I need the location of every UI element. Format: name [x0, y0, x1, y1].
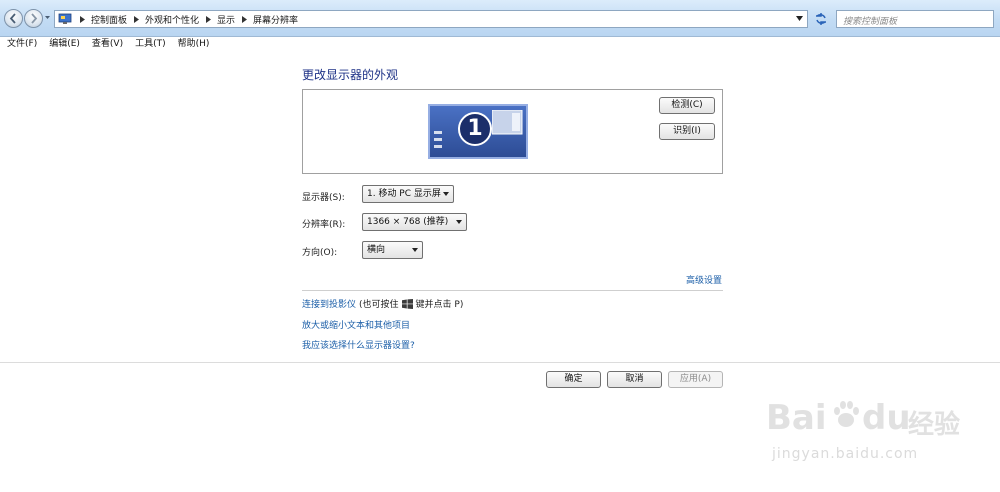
menu-edit[interactable]: 编辑(E) — [42, 37, 85, 51]
chevron-right-icon[interactable] — [201, 11, 215, 27]
chevron-down-icon — [443, 192, 449, 196]
forward-arrow-icon — [31, 13, 38, 24]
display-select-value: 1. 移动 PC 显示屏 — [367, 189, 441, 199]
footer-divider — [0, 362, 1000, 363]
menu-help[interactable]: 帮助(H) — [171, 37, 215, 51]
monitor-number-badge: 1 — [458, 112, 492, 146]
menu-bar: 文件(F) 编辑(E) 查看(V) 工具(T) 帮助(H) — [0, 37, 1000, 51]
identify-button[interactable]: 识别(I) — [659, 123, 715, 140]
text-size-link[interactable]: 放大或缩小文本和其他项目 — [302, 318, 410, 331]
desktop-icons-graphic — [434, 131, 442, 148]
monitor-preview-panel: 1 检测(C) 识别(I) — [302, 89, 723, 174]
window-graphic — [492, 110, 523, 135]
address-bar[interactable]: 控制面板 外观和个性化 显示 屏幕分辨率 — [54, 10, 808, 28]
detect-button[interactable]: 检测(C) — [659, 97, 715, 114]
chevron-down-icon — [412, 248, 418, 252]
breadcrumb-appearance[interactable]: 外观和个性化 — [143, 13, 201, 26]
search-placeholder: 搜索控制面板 — [843, 17, 898, 27]
projector-hint-start: (也可按住 — [359, 300, 399, 310]
chevron-right-icon[interactable] — [237, 11, 251, 27]
baidu-watermark: Bai du 经验 jingyan.baidu.com — [766, 398, 966, 478]
divider — [302, 290, 723, 291]
projector-line: 连接到投影仪 (也可按住 键并点击 P) — [302, 297, 463, 310]
resolution-select-value: 1366 × 768 (推荐) — [367, 217, 449, 227]
resolution-label: 分辨率(R): — [302, 220, 346, 230]
back-arrow-icon — [9, 13, 16, 24]
breadcrumb-control-panel[interactable]: 控制面板 — [89, 13, 129, 26]
ok-button[interactable]: 确定 — [546, 371, 601, 388]
breadcrumb-screen-resolution[interactable]: 屏幕分辨率 — [251, 13, 300, 26]
display-label: 显示器(S): — [302, 193, 345, 203]
projector-hint-end: 键并点击 P) — [415, 300, 464, 310]
address-toolbar: 控制面板 外观和个性化 显示 屏幕分辨率 搜索控制面板 — [0, 0, 1000, 37]
watermark-url: jingyan.baidu.com — [772, 446, 919, 462]
windows-logo-icon — [401, 298, 413, 309]
breadcrumb-display[interactable]: 显示 — [215, 13, 237, 26]
advanced-settings-link[interactable]: 高级设置 — [686, 273, 722, 286]
paw-logo-icon — [834, 401, 859, 427]
breadcrumb: 控制面板 外观和个性化 显示 屏幕分辨率 — [75, 11, 300, 27]
display-settings-help-link[interactable]: 我应该选择什么显示器设置? — [302, 338, 415, 351]
menu-tools[interactable]: 工具(T) — [128, 37, 171, 51]
resolution-select[interactable]: 1366 × 768 (推荐) — [362, 213, 467, 231]
orientation-label: 方向(O): — [302, 248, 338, 258]
watermark-brand-2: du — [862, 398, 911, 438]
watermark-brand: Bai — [766, 398, 827, 438]
address-dropdown-icon[interactable] — [796, 16, 803, 21]
chevron-right-icon[interactable] — [75, 11, 89, 27]
back-button[interactable] — [4, 9, 23, 28]
chevron-down-icon — [456, 220, 462, 224]
apply-button[interactable]: 应用(A) — [668, 371, 723, 388]
forward-button[interactable] — [24, 9, 43, 28]
page-title: 更改显示器的外观 — [302, 68, 399, 82]
search-input[interactable]: 搜索控制面板 — [836, 10, 994, 28]
monitor-1-thumbnail[interactable]: 1 — [428, 104, 528, 159]
menu-file[interactable]: 文件(F) — [0, 37, 42, 51]
control-panel-icon — [58, 13, 72, 24]
watermark-brand-cn: 经验 — [908, 410, 961, 440]
chevron-right-icon[interactable] — [129, 11, 143, 27]
refresh-icon[interactable] — [812, 10, 830, 28]
menu-view[interactable]: 查看(V) — [85, 37, 128, 51]
orientation-select[interactable]: 横向 — [362, 241, 423, 259]
connect-projector-link[interactable]: 连接到投影仪 — [302, 297, 356, 310]
display-select[interactable]: 1. 移动 PC 显示屏 — [362, 185, 454, 203]
cancel-button[interactable]: 取消 — [607, 371, 662, 388]
recent-pages-dropdown-icon[interactable] — [44, 14, 51, 21]
orientation-select-value: 横向 — [367, 245, 386, 255]
